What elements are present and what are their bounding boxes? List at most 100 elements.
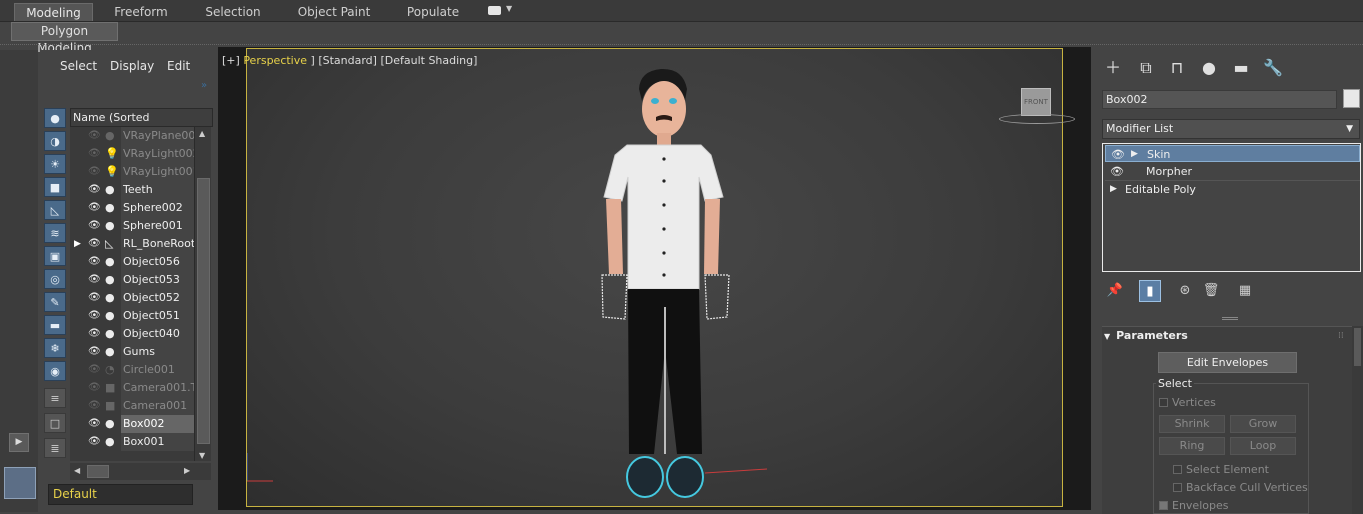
expand-arrow-icon[interactable]: ▶: [9, 433, 29, 452]
ring-button[interactable]: Ring: [1159, 437, 1225, 455]
eye-icon[interactable]: 👁: [88, 361, 102, 379]
scroll-left-icon[interactable]: ◀: [74, 466, 80, 475]
display-shapes-icon[interactable]: ◑: [44, 131, 66, 151]
create-tab-icon[interactable]: ＋: [1102, 58, 1124, 78]
select-element-checkbox[interactable]: Select Element: [1173, 463, 1269, 476]
viewport-shading-label[interactable]: [Default Shading]: [380, 54, 477, 67]
stack-item-skin[interactable]: 👁 ▶ Skin: [1105, 145, 1360, 162]
eye-icon[interactable]: 👁: [88, 181, 102, 199]
display-helpers-icon[interactable]: ◺: [44, 200, 66, 220]
eye-icon[interactable]: 👁: [88, 235, 102, 253]
list-item[interactable]: 👁 ● Teeth: [70, 181, 194, 199]
object-color-swatch[interactable]: [1343, 89, 1360, 108]
list-item[interactable]: 👁 ● Object053: [70, 271, 194, 289]
list-item[interactable]: 👁 ● Sphere002: [70, 199, 194, 217]
expand-triangle-icon[interactable]: ▶: [1110, 181, 1117, 198]
parameters-title[interactable]: ▼ Parameters: [1104, 329, 1188, 342]
list-item[interactable]: 👁 ■ Camera001: [70, 397, 194, 415]
list-item[interactable]: 👁 ● Object056: [70, 253, 194, 271]
list-item[interactable]: 👁 ● Gums: [70, 343, 194, 361]
eye-icon[interactable]: 👁: [88, 307, 102, 325]
motion-tab-icon[interactable]: ●: [1198, 58, 1220, 78]
configure-sets-icon[interactable]: ▦: [1234, 280, 1256, 302]
scroll-down-icon[interactable]: ▼: [199, 451, 205, 460]
object-name-field[interactable]: Box002: [1102, 90, 1337, 109]
viewport-layout-button[interactable]: [4, 467, 36, 499]
tab-polygon-modeling[interactable]: Polygon Modeling: [11, 22, 118, 55]
eye-icon[interactable]: 👁: [1111, 146, 1125, 163]
display-invert-icon[interactable]: ≣: [44, 438, 66, 458]
list-item[interactable]: 👁 💡 VRayLight001: [70, 163, 194, 181]
scroll-right-icon[interactable]: ▶: [184, 466, 190, 475]
hierarchy-tab-icon[interactable]: ⊓: [1166, 58, 1188, 78]
display-tab-icon[interactable]: ▬: [1230, 58, 1252, 78]
display-groups-icon[interactable]: ▣: [44, 246, 66, 266]
panel-grip[interactable]: [1222, 317, 1238, 320]
menu-select[interactable]: Select: [60, 59, 97, 73]
list-item[interactable]: 👁 ◔ Circle001: [70, 361, 194, 379]
list-item[interactable]: 👁 ● Sphere001: [70, 217, 194, 235]
tab-populate[interactable]: Populate: [398, 3, 468, 21]
vertices-checkbox[interactable]: Vertices: [1159, 396, 1216, 409]
list-item[interactable]: 👁■ Camera001.Ta: [70, 379, 194, 397]
list-item[interactable]: 👁 ● Object040: [70, 325, 194, 343]
list-scroll-thumb[interactable]: [197, 178, 210, 444]
viewport-active-frame[interactable]: [242, 48, 1063, 507]
viewport-view-label[interactable]: Perspective: [243, 54, 307, 67]
display-bones-icon[interactable]: ✎: [44, 292, 66, 312]
ribbon-options-icon[interactable]: [488, 6, 501, 15]
double-chevron-icon[interactable]: »: [201, 80, 207, 91]
utilities-tab-icon[interactable]: 🔧: [1262, 58, 1284, 78]
remove-modifier-icon[interactable]: 🗑: [1200, 280, 1222, 302]
eye-icon[interactable]: 👁: [88, 145, 102, 163]
modifier-list-dropdown[interactable]: Modifier List ▼: [1102, 119, 1360, 139]
eye-icon[interactable]: 👁: [88, 415, 102, 433]
display-hidden-icon[interactable]: ◉: [44, 361, 66, 381]
eye-icon[interactable]: 👁: [88, 325, 102, 343]
modifier-stack[interactable]: 👁 ▶ Skin 👁 Morpher ▶ Editable Poly: [1102, 143, 1361, 272]
menu-edit[interactable]: Edit: [167, 59, 190, 73]
viewcube-ring[interactable]: [999, 114, 1075, 124]
viewport-mode-label[interactable]: [Standard]: [318, 54, 377, 67]
column-header-name[interactable]: Name (Sorted Descending): [70, 108, 213, 141]
panel-scroll-thumb[interactable]: [1354, 328, 1361, 366]
expand-triangle-icon[interactable]: ▶: [74, 235, 81, 253]
grow-button[interactable]: Grow: [1230, 415, 1296, 433]
expand-triangle-icon[interactable]: ▶: [1131, 146, 1138, 163]
eye-icon[interactable]: 👁: [1110, 163, 1124, 180]
list-item[interactable]: 👁 💡 VRayLight002: [70, 145, 194, 163]
list-item[interactable]: 👁 ● Box001: [70, 433, 194, 451]
eye-icon[interactable]: 👁: [88, 271, 102, 289]
eye-icon[interactable]: 👁: [88, 343, 102, 361]
list-item[interactable]: 👁 ● Object052: [70, 289, 194, 307]
eye-icon[interactable]: 👁: [88, 163, 102, 181]
viewport-label[interactable]: [+] Perspective ] [Standard] [Default Sh…: [222, 54, 477, 67]
backface-cull-checkbox[interactable]: Backface Cull Vertices: [1173, 481, 1308, 494]
display-cameras-icon[interactable]: ■: [44, 177, 66, 197]
collapse-triangle-icon[interactable]: ▼: [1104, 332, 1110, 341]
list-item[interactable]: 👁 ● Object051: [70, 307, 194, 325]
menu-display[interactable]: Display: [110, 59, 154, 73]
tab-modeling[interactable]: Modeling: [14, 3, 93, 21]
list-item[interactable]: ▶ 👁 ◺ RL_BoneRoot: [70, 235, 194, 253]
display-containers-icon[interactable]: ▬: [44, 315, 66, 335]
viewcube[interactable]: FRONT: [1021, 88, 1051, 116]
rollout-grip-icon[interactable]: ⁞⁞: [1338, 331, 1344, 341]
loop-button[interactable]: Loop: [1230, 437, 1296, 455]
tab-freeform[interactable]: Freeform: [103, 3, 179, 21]
scroll-up-icon[interactable]: ▲: [199, 129, 205, 138]
list-item[interactable]: 👁● VRayPlane001: [70, 127, 194, 145]
display-lights-icon[interactable]: ☀: [44, 154, 66, 174]
tab-object-paint[interactable]: Object Paint: [290, 3, 378, 21]
show-end-result-icon[interactable]: ▮: [1139, 280, 1161, 302]
display-xrefs-icon[interactable]: ◎: [44, 269, 66, 289]
eye-icon[interactable]: 👁: [88, 253, 102, 271]
edit-envelopes-button[interactable]: Edit Envelopes: [1158, 352, 1297, 373]
chevron-down-icon[interactable]: ▼: [506, 4, 512, 13]
list-item[interactable]: 👁 ● Box002: [70, 415, 194, 433]
display-all-icon[interactable]: ≡: [44, 388, 66, 408]
shrink-button[interactable]: Shrink: [1159, 415, 1225, 433]
viewport-menu-plus[interactable]: [+]: [222, 54, 240, 67]
stack-item-editable-poly[interactable]: ▶ Editable Poly: [1105, 180, 1360, 197]
display-frozen-icon[interactable]: ❄: [44, 338, 66, 358]
